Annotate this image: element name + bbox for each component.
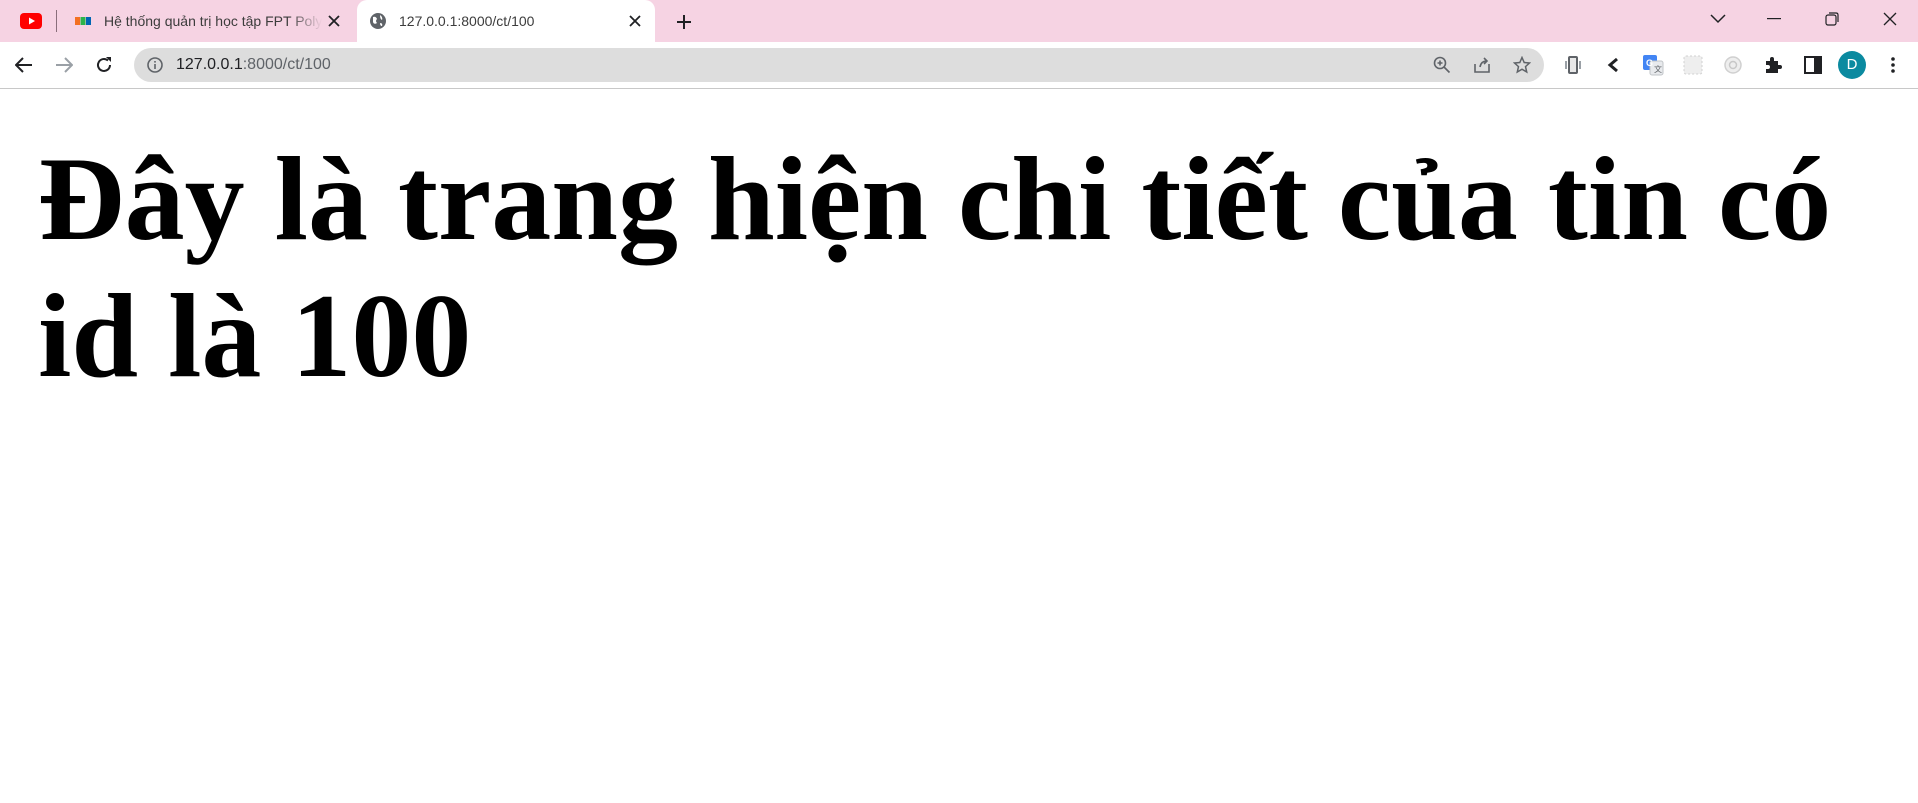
chevron-down-icon xyxy=(1710,14,1726,24)
forward-icon xyxy=(56,57,73,73)
extension-blank-button[interactable] xyxy=(1678,50,1708,80)
side-panel-button[interactable] xyxy=(1798,50,1828,80)
url-host: 127.0.0.1 xyxy=(176,56,243,73)
svg-text:G: G xyxy=(1646,58,1653,68)
extension-circle-button[interactable] xyxy=(1718,50,1748,80)
menu-icon xyxy=(1891,57,1895,73)
close-tab-button[interactable] xyxy=(623,9,647,33)
minimize-icon xyxy=(1767,18,1781,20)
youtube-pinned-tab[interactable] xyxy=(20,11,42,31)
tab-separator xyxy=(56,10,57,32)
back-icon xyxy=(15,57,32,73)
puzzle-icon xyxy=(1766,57,1782,73)
zoom-icon xyxy=(1433,56,1451,74)
new-tab-button[interactable] xyxy=(670,8,698,36)
close-icon xyxy=(328,15,340,27)
youtube-icon xyxy=(20,13,42,29)
tab-title: Hệ thống quản trị học tập FPT Polytechni… xyxy=(104,13,322,29)
restore-icon xyxy=(1825,12,1839,26)
svg-text:文: 文 xyxy=(1654,64,1662,74)
close-tab-button[interactable] xyxy=(322,9,346,33)
url-text[interactable]: 127.0.0.1:8000/ct/100 xyxy=(176,48,331,82)
google-translate-icon: G 文 xyxy=(1643,55,1664,76)
tab-title: 127.0.0.1:8000/ct/100 xyxy=(399,13,535,29)
google-translate-button[interactable]: G 文 xyxy=(1638,50,1668,80)
reload-icon xyxy=(97,57,111,72)
extension-ring-icon xyxy=(1724,56,1742,74)
globe-icon xyxy=(370,13,386,29)
window-close-button[interactable] xyxy=(1862,0,1918,38)
side-panel-icon xyxy=(1804,56,1822,74)
tab-strip: Hệ thống quản trị học tập FPT Polytechni… xyxy=(0,0,1918,42)
avatar: D xyxy=(1838,51,1866,79)
info-icon[interactable] xyxy=(146,56,164,74)
browser-toolbar: 127.0.0.1:8000/ct/100 G 文 D xyxy=(0,42,1918,89)
close-icon xyxy=(629,15,641,27)
extension-device-button[interactable] xyxy=(1558,50,1588,80)
address-bar[interactable]: 127.0.0.1:8000/ct/100 xyxy=(134,48,1544,82)
forward-button[interactable] xyxy=(48,49,80,81)
star-icon xyxy=(1513,56,1531,74)
url-path: :8000/ct/100 xyxy=(242,56,331,73)
share-button[interactable] xyxy=(1470,53,1494,77)
restore-button[interactable] xyxy=(1804,0,1860,38)
minimize-button[interactable] xyxy=(1746,0,1802,38)
reload-button[interactable] xyxy=(88,49,120,81)
bookmark-button[interactable] xyxy=(1510,53,1534,77)
tab-search-button[interactable] xyxy=(1690,0,1746,38)
tab-fpt-lms[interactable]: Hệ thống quản trị học tập FPT Polytechni… xyxy=(62,0,354,42)
tab-active-page[interactable]: 127.0.0.1:8000/ct/100 xyxy=(357,0,655,42)
back-button[interactable] xyxy=(8,49,40,81)
device-icon xyxy=(1565,56,1581,74)
extension-back-button[interactable] xyxy=(1598,50,1628,80)
extension-placeholder-icon xyxy=(1683,55,1703,75)
zoom-button[interactable] xyxy=(1430,53,1454,77)
chrome-menu-button[interactable] xyxy=(1878,50,1908,80)
page-heading: Đây là trang hiện chi tiết của tin có id… xyxy=(38,132,1832,402)
plus-icon xyxy=(677,15,691,29)
close-icon xyxy=(1883,12,1897,26)
profile-button[interactable]: D xyxy=(1837,50,1867,80)
extensions-button[interactable] xyxy=(1758,50,1788,80)
fpt-icon xyxy=(75,17,91,25)
chevron-left-icon xyxy=(1607,57,1618,73)
share-icon xyxy=(1474,57,1490,73)
